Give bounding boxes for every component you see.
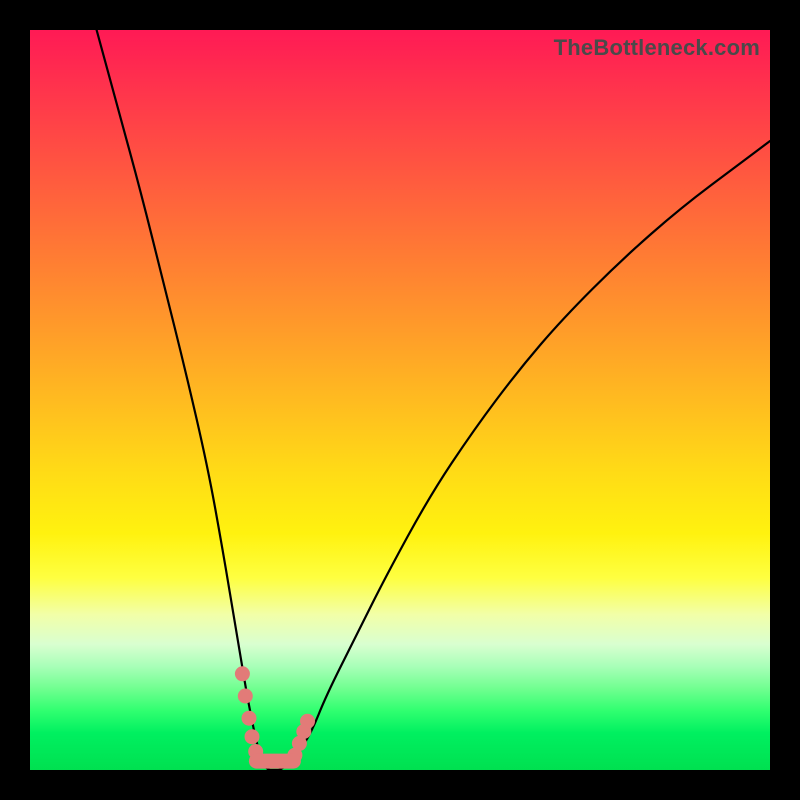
optimal-zone-marker xyxy=(235,666,315,762)
chart-svg xyxy=(30,30,770,770)
watermark-label: TheBottleneck.com xyxy=(554,35,760,61)
plot-area: TheBottleneck.com xyxy=(30,30,770,770)
bottleneck-curve xyxy=(97,30,770,770)
chart-frame: TheBottleneck.com xyxy=(0,0,800,800)
